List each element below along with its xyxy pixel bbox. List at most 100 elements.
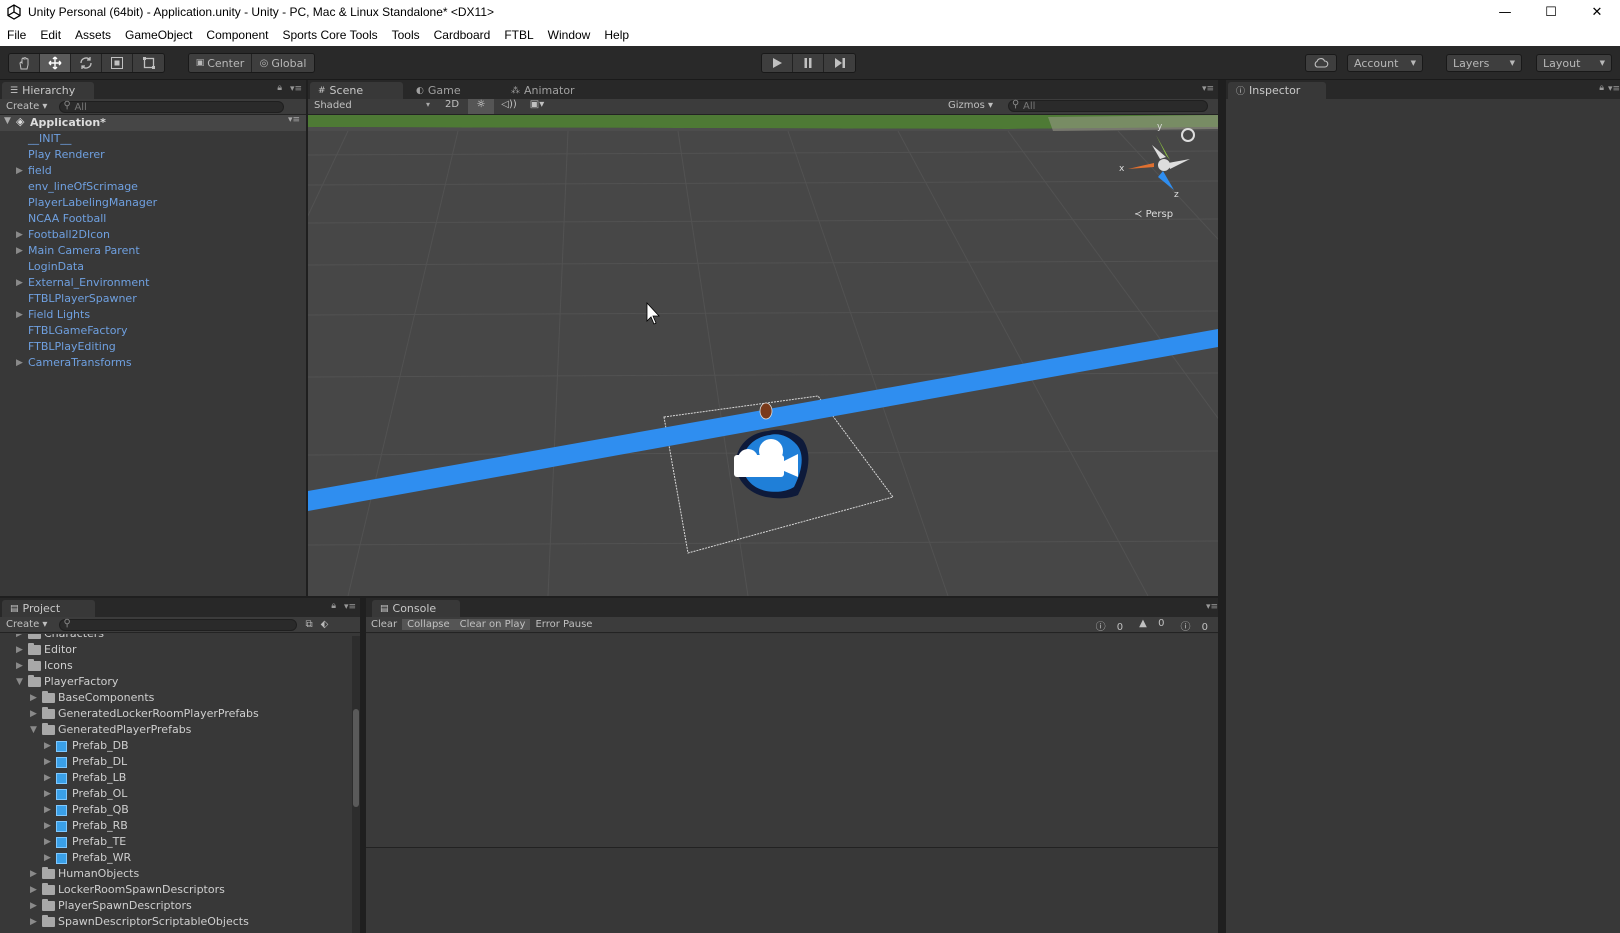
scene-header-row[interactable]: ▼ ◈ Application* ▾≡	[0, 115, 306, 131]
expand-arrow-icon[interactable]: ▼	[30, 722, 37, 738]
menu-item-tools[interactable]: Tools	[385, 28, 427, 42]
panel-menu-icon[interactable]: ▾≡	[344, 602, 356, 612]
expand-arrow-icon[interactable]: ▼	[4, 116, 11, 126]
lighting-toggle-icon[interactable]: ☼	[468, 99, 494, 114]
hierarchy-item[interactable]: ▶ Football2DIcon	[0, 227, 306, 243]
pivot-center-toggle[interactable]: ▣ Center	[189, 54, 252, 72]
menu-item-component[interactable]: Component	[199, 28, 275, 42]
tab-console[interactable]: ▤ Console	[372, 600, 460, 617]
expand-arrow-icon[interactable]: ▶	[16, 243, 23, 259]
rect-tool-button[interactable]	[133, 54, 164, 72]
expand-arrow-icon[interactable]: ▶	[16, 634, 23, 642]
lock-icon[interactable]: 🔒︎	[331, 601, 336, 611]
info-count-toggle[interactable]: ⓘ 0	[1088, 618, 1132, 633]
play-button[interactable]	[762, 54, 793, 72]
move-tool-button[interactable]	[40, 54, 71, 72]
project-scrollbar[interactable]	[352, 636, 360, 933]
hierarchy-item[interactable]: ▶ CameraTransforms	[0, 355, 306, 371]
expand-arrow-icon[interactable]: ▶	[30, 866, 37, 882]
panel-menu-icon[interactable]: ▾≡	[1608, 84, 1620, 94]
expand-arrow-icon[interactable]: ▶	[44, 834, 51, 850]
hierarchy-item[interactable]: FTBLPlayerSpawner	[0, 291, 306, 307]
menu-item-sports-core-tools[interactable]: Sports Core Tools	[275, 28, 384, 42]
expand-arrow-icon[interactable]: ▶	[30, 914, 37, 930]
project-folder-item[interactable]: ▼ GeneratedPlayerPrefabs	[0, 722, 350, 738]
tab-inspector[interactable]: ⓘ Inspector	[1228, 82, 1326, 99]
project-folder-item[interactable]: ▶ PlayerSpawnDescriptors	[0, 898, 350, 914]
lock-icon[interactable]: 🔒︎	[277, 83, 282, 93]
collab-cloud-button[interactable]	[1305, 54, 1337, 72]
tab-hierarchy[interactable]: ☰ Hierarchy	[2, 82, 94, 99]
project-folder-item[interactable]: ▼ PlayerFactory	[0, 674, 350, 690]
menu-item-help[interactable]: Help	[597, 28, 636, 42]
gizmos-dropdown[interactable]: Gizmos ▾	[948, 100, 993, 111]
rotate-tool-button[interactable]	[71, 54, 102, 72]
hierarchy-item[interactable]: ▶ field	[0, 163, 306, 179]
hierarchy-item[interactable]: __INIT__	[0, 131, 306, 147]
project-prefab-item[interactable]: ▶ Prefab_QB	[0, 802, 350, 818]
project-folder-item[interactable]: ▶ HumanObjects	[0, 866, 350, 882]
lock-icon[interactable]: 🔒︎	[1599, 83, 1604, 93]
project-prefab-item[interactable]: ▶ Prefab_WR	[0, 850, 350, 866]
hierarchy-item[interactable]: PlayerLabelingManager	[0, 195, 306, 211]
maximize-button[interactable]: ☐	[1528, 0, 1574, 24]
clear-button[interactable]: Clear	[366, 619, 402, 630]
expand-arrow-icon[interactable]: ▶	[44, 818, 51, 834]
hand-tool-button[interactable]	[9, 54, 40, 72]
hierarchy-item[interactable]: ▶ External_Environment	[0, 275, 306, 291]
scale-tool-button[interactable]	[102, 54, 133, 72]
expand-arrow-icon[interactable]: ▶	[44, 786, 51, 802]
clear-on-play-toggle[interactable]: Clear on Play	[454, 619, 531, 630]
expand-arrow-icon[interactable]: ▶	[44, 754, 51, 770]
expand-arrow-icon[interactable]: ▶	[44, 738, 51, 754]
hierarchy-item[interactable]: FTBLPlayEditing	[0, 339, 306, 355]
console-detail-area[interactable]	[366, 848, 1222, 933]
expand-arrow-icon[interactable]: ▶	[16, 658, 23, 674]
menu-item-assets[interactable]: Assets	[68, 28, 118, 42]
football-icon[interactable]	[759, 402, 773, 420]
hierarchy-item[interactable]: LoginData	[0, 259, 306, 275]
hierarchy-item[interactable]: ▶ Field Lights	[0, 307, 306, 323]
scene-menu-icon[interactable]: ▾≡	[288, 115, 300, 125]
menu-item-edit[interactable]: Edit	[33, 28, 68, 42]
project-folder-item[interactable]: ▶ LockerRoomSpawnDescriptors	[0, 882, 350, 898]
menu-item-cardboard[interactable]: Cardboard	[427, 28, 498, 42]
project-folder-item[interactable]: ▶ Editor	[0, 642, 350, 658]
error-pause-toggle[interactable]: Error Pause	[530, 619, 597, 630]
menu-item-file[interactable]: File	[0, 28, 33, 42]
menu-item-window[interactable]: Window	[541, 28, 598, 42]
expand-arrow-icon[interactable]: ▶	[16, 163, 23, 179]
scene-canvas[interactable]: x y z ≺ Persp	[308, 115, 1218, 596]
hierarchy-item[interactable]: Play Renderer	[0, 147, 306, 163]
collapse-toggle[interactable]: Collapse	[402, 619, 455, 630]
projection-label[interactable]: ≺ Persp	[1134, 209, 1173, 220]
tab-animator[interactable]: ⁂ Animator	[503, 82, 593, 99]
effects-toggle-icon[interactable]: ▣▾	[524, 99, 550, 114]
2d-toggle[interactable]: 2D	[438, 99, 466, 114]
panel-menu-icon[interactable]: ▾≡	[290, 84, 302, 94]
pivot-global-toggle[interactable]: ◎ Global	[252, 54, 314, 72]
project-create-button[interactable]: Create ▾	[0, 619, 53, 630]
splitter[interactable]	[360, 598, 366, 933]
expand-arrow-icon[interactable]: ▶	[16, 642, 23, 658]
project-scrollbar-thumb[interactable]	[353, 709, 359, 807]
tab-game[interactable]: ◐ Game	[408, 82, 498, 99]
expand-arrow-icon[interactable]: ▼	[16, 674, 23, 690]
hierarchy-item[interactable]: env_lineOfScrimage	[0, 179, 306, 195]
expand-arrow-icon[interactable]: ▶	[30, 706, 37, 722]
expand-arrow-icon[interactable]: ▶	[30, 690, 37, 706]
pause-button[interactable]	[793, 54, 824, 72]
expand-arrow-icon[interactable]: ▶	[16, 275, 23, 291]
hierarchy-item[interactable]: FTBLGameFactory	[0, 323, 306, 339]
expand-arrow-icon[interactable]: ▶	[44, 850, 51, 866]
project-folder-item[interactable]: ▶ BaseComponents	[0, 690, 350, 706]
splitter[interactable]	[306, 80, 308, 596]
account-dropdown[interactable]: Account ▼	[1347, 54, 1423, 72]
console-log-list[interactable]	[366, 634, 1222, 847]
filter-by-type-icon[interactable]: ⧉	[305, 619, 312, 630]
splitter[interactable]	[0, 596, 1218, 598]
tab-project[interactable]: ▤ Project	[2, 600, 95, 617]
project-prefab-item[interactable]: ▶ Prefab_DL	[0, 754, 350, 770]
close-button[interactable]: ✕	[1574, 0, 1620, 24]
expand-arrow-icon[interactable]: ▶	[30, 882, 37, 898]
